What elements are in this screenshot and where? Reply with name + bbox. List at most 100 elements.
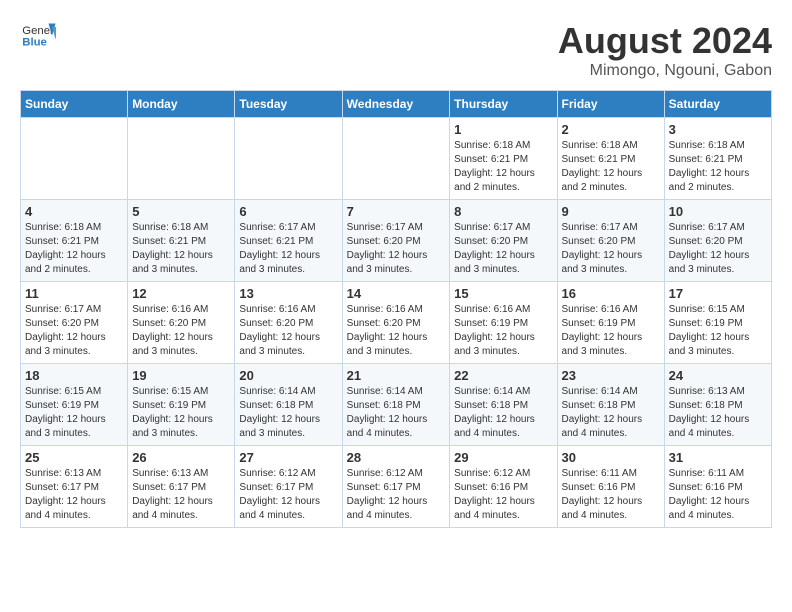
day-info: Sunrise: 6:13 AM Sunset: 6:18 PM Dayligh…	[669, 385, 767, 441]
calendar-cell	[21, 118, 128, 200]
day-number: 5	[132, 204, 230, 219]
calendar-cell: 8 Sunrise: 6:17 AM Sunset: 6:20 PM Daylig…	[450, 200, 557, 282]
weekday-header-monday: Monday	[128, 91, 235, 118]
calendar-cell: 12Sunrise: 6:16 AM Sunset: 6:20 PM Dayli…	[128, 282, 235, 364]
calendar-cell: 29 Sunrise: 6:12 AM Sunset: 6:16 PM Dayli…	[450, 446, 557, 528]
day-number: 11	[25, 286, 123, 301]
day-info: Sunrise: 6:17 AM Sunset: 6:20 PM Dayligh…	[669, 221, 767, 277]
day-number: 24	[669, 368, 767, 383]
day-number: 28	[347, 450, 446, 465]
calendar-table: SundayMondayTuesdayWednesdayThursdayFrid…	[20, 90, 772, 528]
calendar-cell: 7 Sunrise: 6:17 AM Sunset: 6:20 PM Daylig…	[342, 200, 450, 282]
day-info: Sunrise: 6:16 AM Sunset: 6:19 PM Dayligh…	[562, 303, 660, 359]
calendar-cell: 15 Sunrise: 6:16 AM Sunset: 6:19 PM Dayli…	[450, 282, 557, 364]
day-info: Sunrise: 6:17 AM Sunset: 6:20 PM Dayligh…	[347, 221, 446, 277]
day-number: 29	[454, 450, 552, 465]
day-info: Sunrise: 6:14 AM Sunset: 6:18 PM Dayligh…	[454, 385, 552, 441]
calendar-cell: 5 Sunrise: 6:18 AM Sunset: 6:21 PM Daylig…	[128, 200, 235, 282]
day-info: Sunrise: 6:12 AM Sunset: 6:17 PM Dayligh…	[239, 467, 337, 523]
calendar-cell: 27Sunrise: 6:12 AM Sunset: 6:17 PM Dayli…	[235, 446, 342, 528]
calendar-body: 1Sunrise: 6:18 AM Sunset: 6:21 PM Daylig…	[21, 118, 772, 528]
calendar-cell: 11 Sunrise: 6:17 AM Sunset: 6:20 PM Dayli…	[21, 282, 128, 364]
day-number: 15	[454, 286, 552, 301]
calendar-cell: 19Sunrise: 6:15 AM Sunset: 6:19 PM Dayli…	[128, 364, 235, 446]
day-info: Sunrise: 6:16 AM Sunset: 6:20 PM Dayligh…	[239, 303, 337, 359]
day-info: Sunrise: 6:15 AM Sunset: 6:19 PM Dayligh…	[669, 303, 767, 359]
calendar-cell: 30 Sunrise: 6:11 AM Sunset: 6:16 PM Dayli…	[557, 446, 664, 528]
calendar-cell: 1Sunrise: 6:18 AM Sunset: 6:21 PM Daylig…	[450, 118, 557, 200]
day-info: Sunrise: 6:13 AM Sunset: 6:17 PM Dayligh…	[132, 467, 230, 523]
calendar-week-5: 25 Sunrise: 6:13 AM Sunset: 6:17 PM Dayli…	[21, 446, 772, 528]
calendar-cell: 10 Sunrise: 6:17 AM Sunset: 6:20 PM Dayli…	[664, 200, 771, 282]
day-info: Sunrise: 6:13 AM Sunset: 6:17 PM Dayligh…	[25, 467, 123, 523]
calendar-week-2: 4Sunrise: 6:18 AM Sunset: 6:21 PM Daylig…	[21, 200, 772, 282]
day-info: Sunrise: 6:15 AM Sunset: 6:19 PM Dayligh…	[25, 385, 123, 441]
logo-icon: General Blue	[20, 20, 56, 48]
day-number: 30	[562, 450, 660, 465]
day-info: Sunrise: 6:17 AM Sunset: 6:21 PM Dayligh…	[239, 221, 337, 277]
day-number: 25	[25, 450, 123, 465]
day-number: 18	[25, 368, 123, 383]
day-info: Sunrise: 6:12 AM Sunset: 6:16 PM Dayligh…	[454, 467, 552, 523]
calendar-cell: 2 Sunrise: 6:18 AM Sunset: 6:21 PM Daylig…	[557, 118, 664, 200]
weekday-header-wednesday: Wednesday	[342, 91, 450, 118]
day-number: 26	[132, 450, 230, 465]
calendar-cell	[128, 118, 235, 200]
day-number: 8	[454, 204, 552, 219]
calendar-cell: 13 Sunrise: 6:16 AM Sunset: 6:20 PM Dayli…	[235, 282, 342, 364]
day-info: Sunrise: 6:14 AM Sunset: 6:18 PM Dayligh…	[347, 385, 446, 441]
calendar-week-4: 18 Sunrise: 6:15 AM Sunset: 6:19 PM Dayli…	[21, 364, 772, 446]
day-number: 20	[239, 368, 337, 383]
weekday-header-tuesday: Tuesday	[235, 91, 342, 118]
calendar-cell: 26 Sunrise: 6:13 AM Sunset: 6:17 PM Dayli…	[128, 446, 235, 528]
calendar-cell	[235, 118, 342, 200]
day-number: 21	[347, 368, 446, 383]
day-number: 10	[669, 204, 767, 219]
day-info: Sunrise: 6:17 AM Sunset: 6:20 PM Dayligh…	[454, 221, 552, 277]
logo: General Blue	[20, 20, 56, 48]
weekday-header-thursday: Thursday	[450, 91, 557, 118]
calendar-cell	[342, 118, 450, 200]
day-number: 9	[562, 204, 660, 219]
day-number: 6	[239, 204, 337, 219]
page-header: General Blue August 2024 Mimongo, Ngouni…	[20, 20, 772, 80]
main-title: August 2024	[558, 20, 772, 62]
calendar-cell: 22Sunrise: 6:14 AM Sunset: 6:18 PM Dayli…	[450, 364, 557, 446]
day-info: Sunrise: 6:18 AM Sunset: 6:21 PM Dayligh…	[562, 139, 660, 195]
day-info: Sunrise: 6:17 AM Sunset: 6:20 PM Dayligh…	[25, 303, 123, 359]
day-number: 7	[347, 204, 446, 219]
day-info: Sunrise: 6:16 AM Sunset: 6:20 PM Dayligh…	[132, 303, 230, 359]
calendar-cell: 23Sunrise: 6:14 AM Sunset: 6:18 PM Dayli…	[557, 364, 664, 446]
calendar-cell: 17 Sunrise: 6:15 AM Sunset: 6:19 PM Dayli…	[664, 282, 771, 364]
weekday-header-row: SundayMondayTuesdayWednesdayThursdayFrid…	[21, 91, 772, 118]
day-info: Sunrise: 6:11 AM Sunset: 6:16 PM Dayligh…	[562, 467, 660, 523]
calendar-cell: 28 Sunrise: 6:12 AM Sunset: 6:17 PM Dayli…	[342, 446, 450, 528]
weekday-header-sunday: Sunday	[21, 91, 128, 118]
day-info: Sunrise: 6:16 AM Sunset: 6:19 PM Dayligh…	[454, 303, 552, 359]
calendar-cell: 21 Sunrise: 6:14 AM Sunset: 6:18 PM Dayli…	[342, 364, 450, 446]
calendar-cell: 31Sunrise: 6:11 AM Sunset: 6:16 PM Dayli…	[664, 446, 771, 528]
weekday-header-saturday: Saturday	[664, 91, 771, 118]
day-info: Sunrise: 6:18 AM Sunset: 6:21 PM Dayligh…	[132, 221, 230, 277]
calendar-cell: 4Sunrise: 6:18 AM Sunset: 6:21 PM Daylig…	[21, 200, 128, 282]
day-number: 23	[562, 368, 660, 383]
calendar-cell: 20Sunrise: 6:14 AM Sunset: 6:18 PM Dayli…	[235, 364, 342, 446]
calendar-cell: 9 Sunrise: 6:17 AM Sunset: 6:20 PM Daylig…	[557, 200, 664, 282]
calendar-cell: 18 Sunrise: 6:15 AM Sunset: 6:19 PM Dayli…	[21, 364, 128, 446]
weekday-header-friday: Friday	[557, 91, 664, 118]
calendar-cell: 3 Sunrise: 6:18 AM Sunset: 6:21 PM Daylig…	[664, 118, 771, 200]
day-info: Sunrise: 6:17 AM Sunset: 6:20 PM Dayligh…	[562, 221, 660, 277]
subtitle: Mimongo, Ngouni, Gabon	[558, 62, 772, 80]
day-number: 2	[562, 122, 660, 137]
day-info: Sunrise: 6:12 AM Sunset: 6:17 PM Dayligh…	[347, 467, 446, 523]
day-info: Sunrise: 6:18 AM Sunset: 6:21 PM Dayligh…	[669, 139, 767, 195]
title-section: August 2024 Mimongo, Ngouni, Gabon	[558, 20, 772, 80]
day-info: Sunrise: 6:18 AM Sunset: 6:21 PM Dayligh…	[454, 139, 552, 195]
day-number: 13	[239, 286, 337, 301]
day-number: 17	[669, 286, 767, 301]
day-number: 31	[669, 450, 767, 465]
day-number: 16	[562, 286, 660, 301]
calendar-header: SundayMondayTuesdayWednesdayThursdayFrid…	[21, 91, 772, 118]
day-number: 3	[669, 122, 767, 137]
day-number: 19	[132, 368, 230, 383]
